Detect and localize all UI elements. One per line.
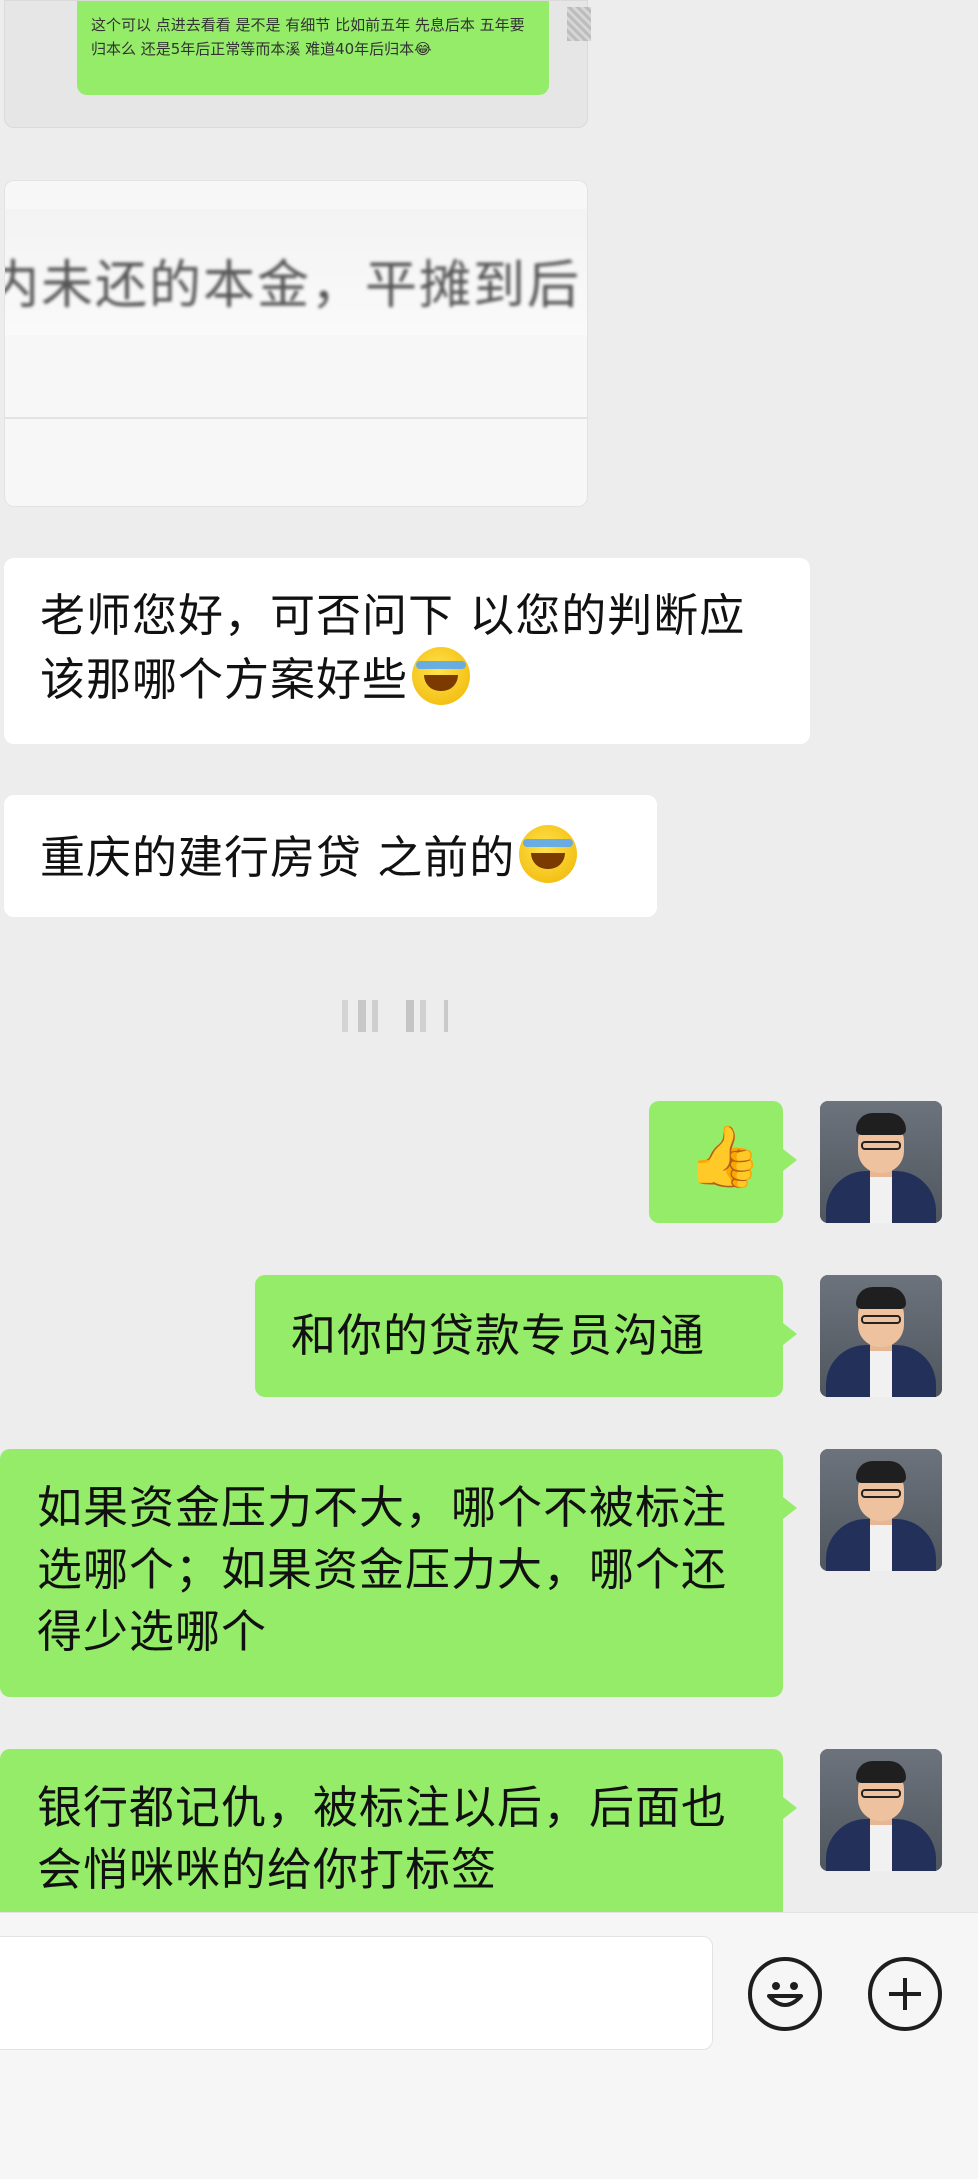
image-divider [5,417,587,419]
image-message[interactable]: 内未还的本金，平摊到后 [4,180,588,507]
quoted-thumbnail [567,7,591,41]
quoted-message-card[interactable]: 这个可以 点进去看看 是不是 有细节 比如前五年 先息后本 五年要归本么 还是5… [4,0,591,128]
outgoing-message-text: 和你的贷款专员沟通 [291,1309,706,1362]
avatar[interactable] [820,1275,942,1397]
thumbs-up-emoji: 👍 [687,1122,763,1192]
avatar[interactable] [820,1749,942,1871]
emoji-icon[interactable] [748,1957,822,2031]
outgoing-message-text: 银行都记仇，被标注以后，后面也会悄咪咪的给你打标签 [37,1781,728,1896]
laughing-emoji-icon [412,647,471,705]
incoming-message-text: 重庆的建行房贷 之前的 [40,831,516,884]
plus-icon[interactable] [868,1957,942,2031]
incoming-message-text: 老师您好，可否问下 以您的判断应该那哪个方案好些 [40,589,746,706]
voice-wave-icon [342,1000,448,1032]
outgoing-message-text: 如果资金压力不大，哪个不被标注选哪个；如果资金压力大，哪个还得少选哪个 [37,1481,728,1658]
bubble-tail [783,1149,797,1171]
incoming-message[interactable]: 老师您好，可否问下 以您的判断应该那哪个方案好些 [4,558,810,744]
message-input[interactable] [0,1936,713,2050]
bubble-tail [783,1497,797,1519]
avatar[interactable] [820,1449,942,1571]
laughing-emoji-icon [519,825,578,883]
bubble-tail [783,1323,797,1345]
incoming-message[interactable]: 重庆的建行房贷 之前的 [4,795,657,917]
quoted-message-text: 这个可以 点进去看看 是不是 有细节 比如前五年 先息后本 五年要归本么 还是5… [77,1,549,95]
outgoing-message[interactable]: 如果资金压力不大，哪个不被标注选哪个；如果资金压力大，哪个还得少选哪个 [0,1449,783,1697]
outgoing-message[interactable]: 和你的贷款专员沟通 [255,1275,783,1397]
outgoing-message[interactable]: 👍 [649,1101,783,1223]
image-visible-text: 内未还的本金，平摊到后 [4,256,582,316]
bubble-tail [783,1797,797,1819]
avatar[interactable] [820,1101,942,1223]
